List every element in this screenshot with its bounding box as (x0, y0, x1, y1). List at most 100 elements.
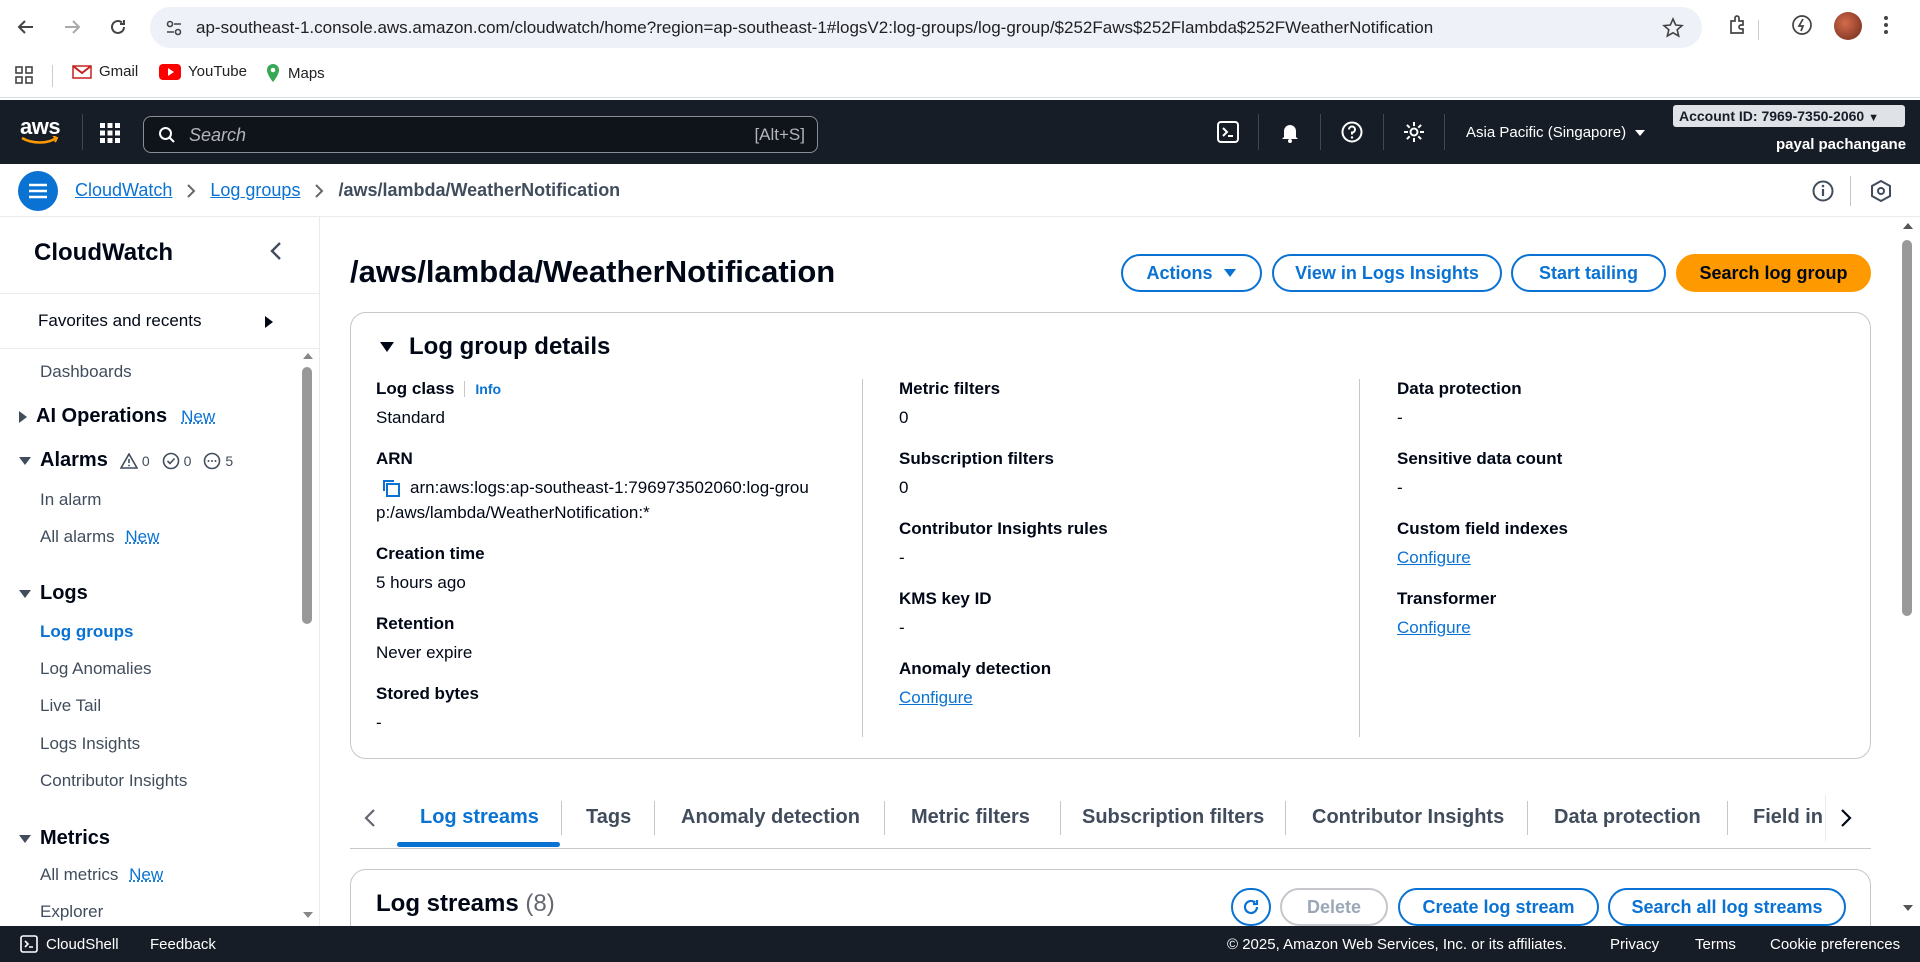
log-group-details-header[interactable]: Log group details (379, 333, 610, 361)
hexagon-settings-icon[interactable] (1870, 180, 1892, 202)
reload-icon[interactable] (104, 13, 132, 41)
scroll-up-icon[interactable] (302, 352, 314, 360)
breadcrumb-log-groups[interactable]: Log groups (210, 180, 300, 201)
sidebar-item-all-alarms[interactable]: All alarms New (40, 527, 159, 547)
column-divider (1359, 379, 1360, 737)
help-icon[interactable] (1341, 121, 1363, 143)
scroll-down-icon[interactable] (302, 911, 314, 919)
configure-field-indexes-link[interactable]: Configure (1397, 548, 1471, 567)
main-scrollbar[interactable] (1902, 240, 1912, 616)
scroll-up-icon[interactable] (1902, 222, 1914, 230)
address-bar[interactable]: ap-southeast-1.console.aws.amazon.com/cl… (150, 7, 1702, 48)
copyright-text: © 2025, Amazon Web Services, Inc. or its… (1227, 936, 1567, 953)
user-name[interactable]: payal pachangane (1776, 136, 1906, 153)
search-all-log-streams-button[interactable]: Search all log streams (1608, 888, 1846, 926)
detail-key: Creation time (376, 544, 485, 563)
configure-anomaly-detection-link[interactable]: Configure (899, 688, 973, 707)
detail-key: Custom field indexes (1397, 519, 1568, 538)
actions-button[interactable]: Actions (1121, 254, 1262, 292)
sidebar: CloudWatch Favorites and recents Dashboa… (0, 217, 320, 926)
navigation-menu-button[interactable] (18, 171, 58, 211)
detail-key: Transformer (1397, 589, 1497, 608)
site-info-icon[interactable] (164, 18, 184, 38)
sidebar-item-log-anomalies[interactable]: Log Anomalies (40, 659, 152, 679)
sidebar-scrollbar[interactable] (302, 367, 312, 624)
sidebar-item-in-alarm[interactable]: In alarm (40, 490, 101, 510)
terms-link[interactable]: Terms (1695, 936, 1736, 953)
configure-transformer-link[interactable]: Configure (1397, 618, 1471, 637)
detail-key: Contributor Insights rules (899, 519, 1108, 538)
column-divider (862, 379, 863, 737)
sidebar-section-metrics[interactable]: Metrics (18, 827, 110, 850)
bookmark-gmail[interactable]: Gmail (72, 63, 138, 80)
region-selector[interactable]: Asia Pacific (Singapore) (1466, 124, 1646, 141)
sidebar-item-logs-insights[interactable]: Logs Insights (40, 734, 140, 754)
favorites-label: Favorites and recents (38, 311, 202, 330)
hamburger-icon (29, 183, 47, 199)
search-log-group-button[interactable]: Search log group (1676, 254, 1871, 292)
tab-log-streams[interactable]: Log streams (420, 787, 539, 848)
cookie-preferences-link[interactable]: Cookie preferences (1770, 936, 1900, 953)
tab-anomaly-detection[interactable]: Anomaly detection (681, 787, 860, 848)
tab-divider (561, 801, 562, 835)
bookmark-maps[interactable]: Maps (265, 63, 325, 83)
caret-right-icon (18, 410, 28, 424)
sidebar-item-all-metrics[interactable]: All metrics New (40, 865, 163, 885)
cloudshell-icon[interactable] (1217, 121, 1239, 143)
account-id-badge[interactable]: Account ID: 7969-7350-2060 ▼ (1673, 105, 1905, 127)
create-log-stream-button[interactable]: Create log stream (1398, 888, 1599, 926)
tabs-scroll-left-icon[interactable] (364, 808, 376, 828)
sidebar-item-explorer[interactable]: Explorer (40, 902, 103, 922)
tab-subscription-filters[interactable]: Subscription filters (1082, 787, 1264, 848)
scroll-down-icon[interactable] (1902, 904, 1914, 912)
info-panel-icon[interactable] (1812, 180, 1834, 202)
detail-value: Standard (376, 408, 445, 427)
detail-custom-field-indexes: Custom field indexes Configure (1397, 519, 1867, 570)
copy-icon[interactable] (381, 478, 401, 498)
profile-avatar[interactable] (1834, 12, 1862, 40)
tab-contributor-insights[interactable]: Contributor Insights (1312, 787, 1504, 848)
browser-menu-icon[interactable] (1882, 13, 1890, 37)
tabs-scroll-right-icon[interactable] (1840, 808, 1852, 828)
refresh-button[interactable] (1231, 888, 1271, 926)
sidebar-item-live-tail[interactable]: Live Tail (40, 696, 101, 716)
forward-icon[interactable] (58, 13, 86, 41)
sidebar-item-contributor-insights[interactable]: Contributor Insights (40, 771, 187, 791)
aws-logo-text: aws (20, 114, 61, 139)
sidebar-section-alarms[interactable]: Alarms 0 0 5 (18, 449, 233, 472)
aws-logo[interactable]: aws (20, 114, 61, 144)
sidebar-item-log-groups[interactable]: Log groups (40, 622, 133, 642)
tab-field-indexes[interactable]: Field in (1753, 787, 1825, 848)
search-input[interactable]: Search [Alt+S] (143, 116, 818, 153)
sidebar-item-dashboards[interactable]: Dashboards (40, 362, 132, 382)
alarm-count-ok: 0 (183, 452, 192, 469)
breadcrumb-cloudwatch[interactable]: CloudWatch (75, 180, 172, 201)
view-in-logs-insights-button[interactable]: View in Logs Insights (1272, 254, 1502, 292)
tab-data-protection[interactable]: Data protection (1554, 787, 1701, 848)
feedback-link[interactable]: Feedback (150, 936, 216, 953)
start-tailing-button[interactable]: Start tailing (1511, 254, 1666, 292)
cloudshell-footer-button[interactable]: CloudShell (20, 935, 119, 953)
collapse-sidebar-icon[interactable] (270, 241, 282, 261)
tab-metric-filters[interactable]: Metric filters (911, 787, 1030, 848)
back-icon[interactable] (12, 13, 40, 41)
services-grid-icon[interactable] (99, 122, 121, 144)
settings-gear-icon[interactable] (1403, 121, 1425, 143)
notifications-bell-icon[interactable] (1279, 121, 1301, 143)
apps-grid-icon[interactable] (14, 65, 34, 85)
bookmark-youtube-label: YouTube (188, 63, 247, 80)
detail-stored-bytes: Stored bytes - (376, 684, 846, 735)
bookmark-star-icon[interactable] (1662, 17, 1684, 39)
caret-down-icon (18, 589, 32, 599)
extensions-icon[interactable] (1726, 13, 1750, 37)
sidebar-section-ai-operations[interactable]: AI Operations New (18, 405, 215, 428)
info-link[interactable]: Info (464, 381, 501, 397)
performance-icon[interactable] (1790, 13, 1814, 37)
tab-tags[interactable]: Tags (586, 787, 631, 848)
privacy-link[interactable]: Privacy (1610, 936, 1659, 953)
sidebar-section-logs[interactable]: Logs (18, 582, 88, 605)
favorites-and-recents[interactable]: Favorites and recents (0, 293, 319, 349)
bookmark-youtube[interactable]: YouTube (159, 63, 247, 80)
delete-button[interactable]: Delete (1280, 888, 1388, 926)
details-heading: Log group details (409, 333, 611, 360)
